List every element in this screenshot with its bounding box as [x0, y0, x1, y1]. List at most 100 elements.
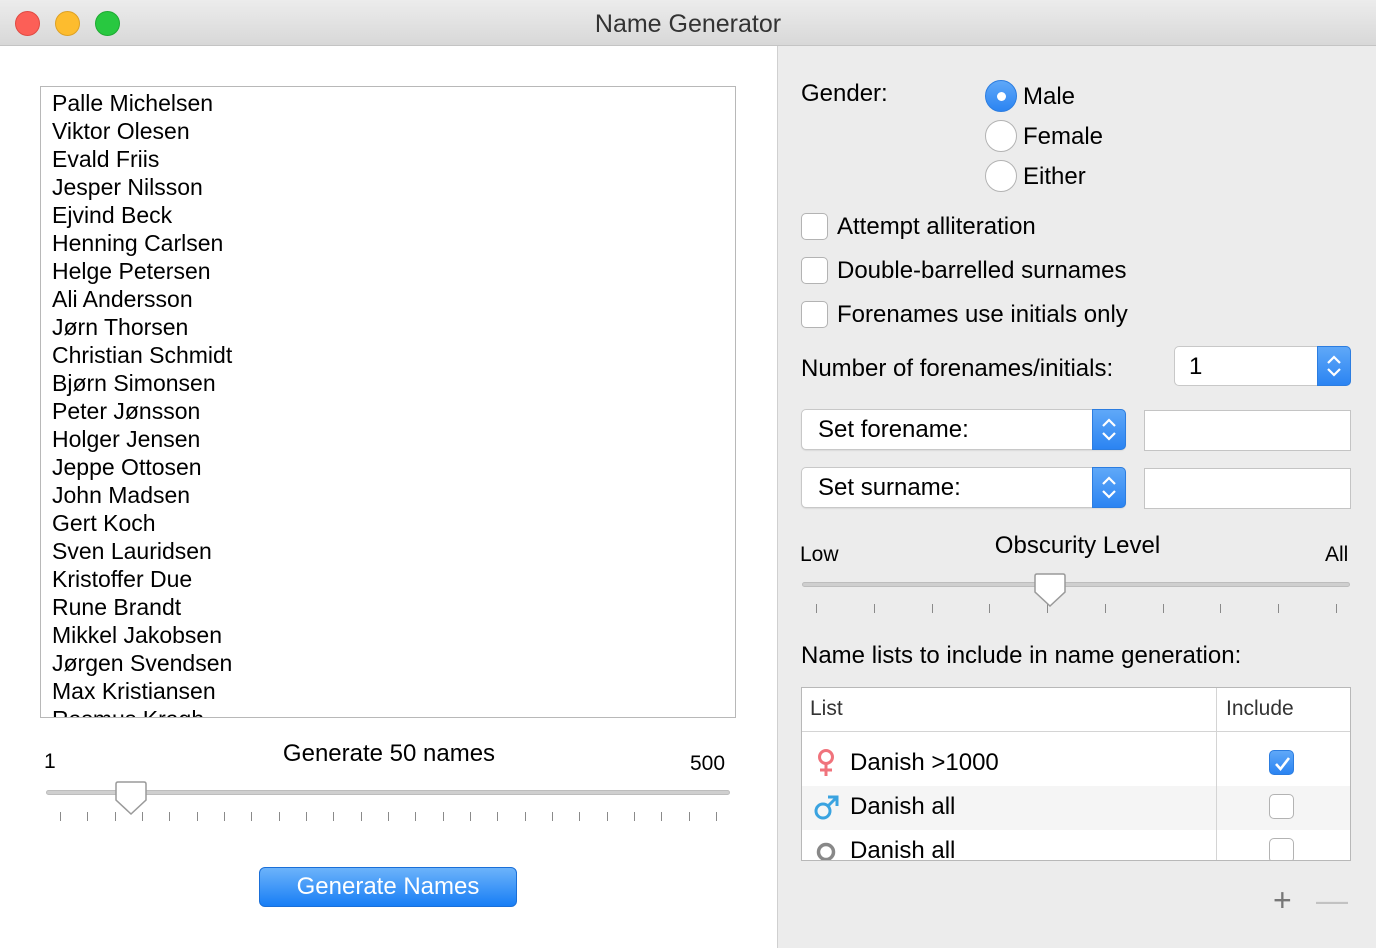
- column-header-include[interactable]: Include: [1226, 697, 1294, 721]
- set-surname-input[interactable]: [1144, 468, 1351, 509]
- remove-list-button[interactable]: —: [1316, 882, 1348, 919]
- column-divider: [1216, 688, 1217, 860]
- gender-either-radio[interactable]: [985, 160, 1017, 192]
- list-name: Danish all: [850, 793, 956, 820]
- list-item[interactable]: Evald Friis: [52, 145, 735, 173]
- slider-tick: [60, 812, 61, 821]
- table-row[interactable]: Danish all: [802, 786, 1350, 830]
- generated-names-list[interactable]: Palle Michelsen Viktor Olesen Evald Friis J…: [40, 86, 736, 718]
- generated-names-pane: Palle Michelsen Viktor Olesen Evald Friis J…: [0, 46, 778, 948]
- slider-tick: [497, 812, 498, 821]
- slider-tick: [661, 812, 662, 821]
- list-item[interactable]: Palle Michelsen: [52, 89, 735, 117]
- obscurity-ticks: [802, 604, 1350, 614]
- slider-tick: [579, 812, 580, 821]
- obscurity-slider[interactable]: [802, 582, 1350, 587]
- slider-tick: [634, 812, 635, 821]
- table-row[interactable]: Danish all: [802, 830, 1350, 861]
- list-item[interactable]: Viktor Olesen: [52, 117, 735, 145]
- name-count-ticks: [46, 812, 730, 822]
- name-count-slider-thumb[interactable]: [114, 780, 148, 816]
- set-forename-popup[interactable]: Set forename:: [801, 409, 1126, 450]
- list-item[interactable]: Holger Jensen: [52, 425, 735, 453]
- list-item[interactable]: Mikkel Jakobsen: [52, 621, 735, 649]
- slider-tick: [1336, 604, 1337, 613]
- double-barrelled-label[interactable]: Double-barrelled surnames: [837, 257, 1126, 285]
- set-forename-popup-label: Set forename:: [818, 416, 969, 443]
- slider-tick: [607, 812, 608, 821]
- add-list-button[interactable]: +: [1273, 882, 1292, 919]
- list-item[interactable]: Ejvind Beck: [52, 201, 735, 229]
- names-list: Palle Michelsen Viktor Olesen Evald Friis J…: [41, 87, 735, 717]
- obscurity-low-label: Low: [800, 543, 839, 566]
- set-surname-popup[interactable]: Set surname:: [801, 467, 1126, 508]
- initials-only-label[interactable]: Forenames use initials only: [837, 301, 1128, 329]
- include-checkbox[interactable]: [1269, 838, 1294, 860]
- name-count-max-label: 500: [690, 752, 726, 775]
- list-item[interactable]: Peter Jønsson: [52, 397, 735, 425]
- name-lists-table[interactable]: List Include Danish >1000 Danish all Dan…: [801, 687, 1351, 861]
- slider-tick: [279, 812, 280, 821]
- list-item[interactable]: Bjørn Simonsen: [52, 369, 735, 397]
- male-icon: [814, 795, 839, 820]
- list-name: Danish all: [850, 837, 956, 861]
- slider-tick: [989, 604, 990, 613]
- slider-tick: [169, 812, 170, 821]
- gender-female-label[interactable]: Female: [1023, 123, 1103, 151]
- gender-label: Gender:: [801, 80, 888, 107]
- initials-only-checkbox[interactable]: [801, 301, 828, 328]
- list-item[interactable]: Kristoffer Due: [52, 565, 735, 593]
- column-header-list[interactable]: List: [810, 697, 843, 721]
- gender-either-label[interactable]: Either: [1023, 163, 1086, 191]
- list-item[interactable]: Jeppe Ottosen: [52, 453, 735, 481]
- slider-tick: [874, 604, 875, 613]
- forenames-count-stepper[interactable]: 1: [1174, 346, 1351, 386]
- neutral-icon: [816, 842, 836, 860]
- list-item[interactable]: Rasmus Kragh: [52, 705, 735, 717]
- list-item[interactable]: Christian Schmidt: [52, 341, 735, 369]
- include-checkbox[interactable]: [1269, 750, 1294, 775]
- obscurity-high-label: All: [1325, 543, 1349, 566]
- forenames-count-value[interactable]: 1: [1189, 353, 1202, 381]
- gender-male-label[interactable]: Male: [1023, 83, 1075, 111]
- slider-tick: [552, 812, 553, 821]
- table-row[interactable]: Danish >1000: [802, 742, 1350, 786]
- slider-tick: [333, 812, 334, 821]
- options-pane: Gender: Male Female Either Attempt allit…: [779, 46, 1376, 948]
- window-title: Name Generator: [594, 10, 782, 38]
- slider-tick: [1220, 604, 1221, 613]
- forenames-count-arrows[interactable]: [1317, 346, 1351, 386]
- slider-tick: [87, 812, 88, 821]
- gender-female-radio[interactable]: [985, 120, 1017, 152]
- list-item[interactable]: Rune Brandt: [52, 593, 735, 621]
- list-item[interactable]: Jesper Nilsson: [52, 173, 735, 201]
- slider-tick: [306, 812, 307, 821]
- list-item[interactable]: Max Kristiansen: [52, 677, 735, 705]
- list-item[interactable]: Ali Andersson: [52, 285, 735, 313]
- list-item[interactable]: John Madsen: [52, 481, 735, 509]
- slider-tick: [1278, 604, 1279, 613]
- slider-tick: [224, 812, 225, 821]
- set-surname-popup-arrows[interactable]: [1092, 467, 1126, 508]
- slider-tick: [361, 812, 362, 821]
- list-item[interactable]: Henning Carlsen: [52, 229, 735, 257]
- set-forename-input[interactable]: [1144, 410, 1351, 451]
- title-bar: Name Generator: [0, 0, 1376, 46]
- alliteration-label[interactable]: Attempt alliteration: [837, 213, 1036, 241]
- gender-male-radio[interactable]: [985, 80, 1017, 112]
- slider-tick: [816, 604, 817, 613]
- slider-tick: [388, 812, 389, 821]
- list-item[interactable]: Jørgen Svendsen: [52, 649, 735, 677]
- list-item[interactable]: Jørn Thorsen: [52, 313, 735, 341]
- include-checkbox[interactable]: [1269, 794, 1294, 819]
- obscurity-slider-thumb[interactable]: [1033, 572, 1067, 608]
- name-count-slider[interactable]: [46, 790, 730, 795]
- list-item[interactable]: Gert Koch: [52, 509, 735, 537]
- list-item[interactable]: Sven Lauridsen: [52, 537, 735, 565]
- double-barrelled-checkbox[interactable]: [801, 257, 828, 284]
- alliteration-checkbox[interactable]: [801, 213, 828, 240]
- slider-tick: [470, 812, 471, 821]
- list-item[interactable]: Helge Petersen: [52, 257, 735, 285]
- set-forename-popup-arrows[interactable]: [1092, 409, 1126, 450]
- generate-names-button[interactable]: Generate Names: [259, 867, 517, 907]
